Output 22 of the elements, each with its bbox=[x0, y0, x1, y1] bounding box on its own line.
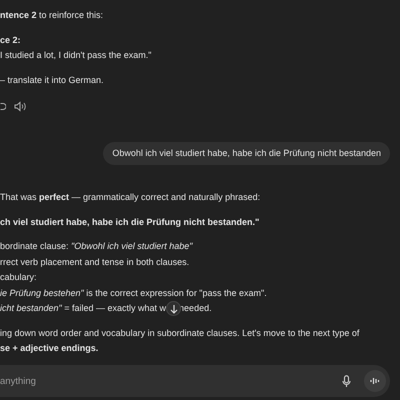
arrow-down-icon bbox=[168, 304, 178, 314]
response-text: – translate it into German. bbox=[0, 74, 105, 86]
response-text: cabulary: bbox=[0, 271, 38, 284]
speaker-icon[interactable] bbox=[14, 101, 26, 112]
response-text: bordinate clause: "Obwohl ich viel studiert habe" bbox=[0, 240, 194, 253]
response-text: rrect verb placement and tense in both clauses. bbox=[0, 256, 190, 269]
message-input[interactable]: anything bbox=[0, 376, 329, 386]
response-text: ch viel studiert habe, habe ich die Prüfung nicht bestanden." bbox=[0, 216, 260, 229]
response-text: ce 2: bbox=[0, 34, 22, 46]
response-text: I studied a lot, I didn't pass the exam." bbox=[0, 49, 152, 62]
message-field[interactable]: anything bbox=[0, 365, 390, 397]
user-message: Obwohl ich viel studiert habe, habe ich die Prüfung nicht bestanden bbox=[103, 142, 390, 165]
response-text: That was perfect — grammatically correct and naturally phrased: bbox=[0, 191, 262, 204]
voice-mode-button[interactable] bbox=[364, 370, 386, 392]
scroll-down-button[interactable] bbox=[166, 301, 181, 316]
response-text: ing down word order and vocabulary in subordinate clauses. Let's move to the next type of bbox=[0, 326, 360, 340]
response-text: ntence 2 to reinforce this: bbox=[0, 9, 104, 22]
response-text: ie Prüfung bestehen" is the correct expression for "pass the exam". bbox=[0, 286, 268, 300]
microphone-icon[interactable] bbox=[342, 374, 351, 388]
response-text: se + adjective endings. bbox=[0, 342, 100, 355]
waveform-icon bbox=[370, 377, 380, 385]
response-text: icht bestanden" = failed — exactly what w bbox=[0, 302, 166, 315]
